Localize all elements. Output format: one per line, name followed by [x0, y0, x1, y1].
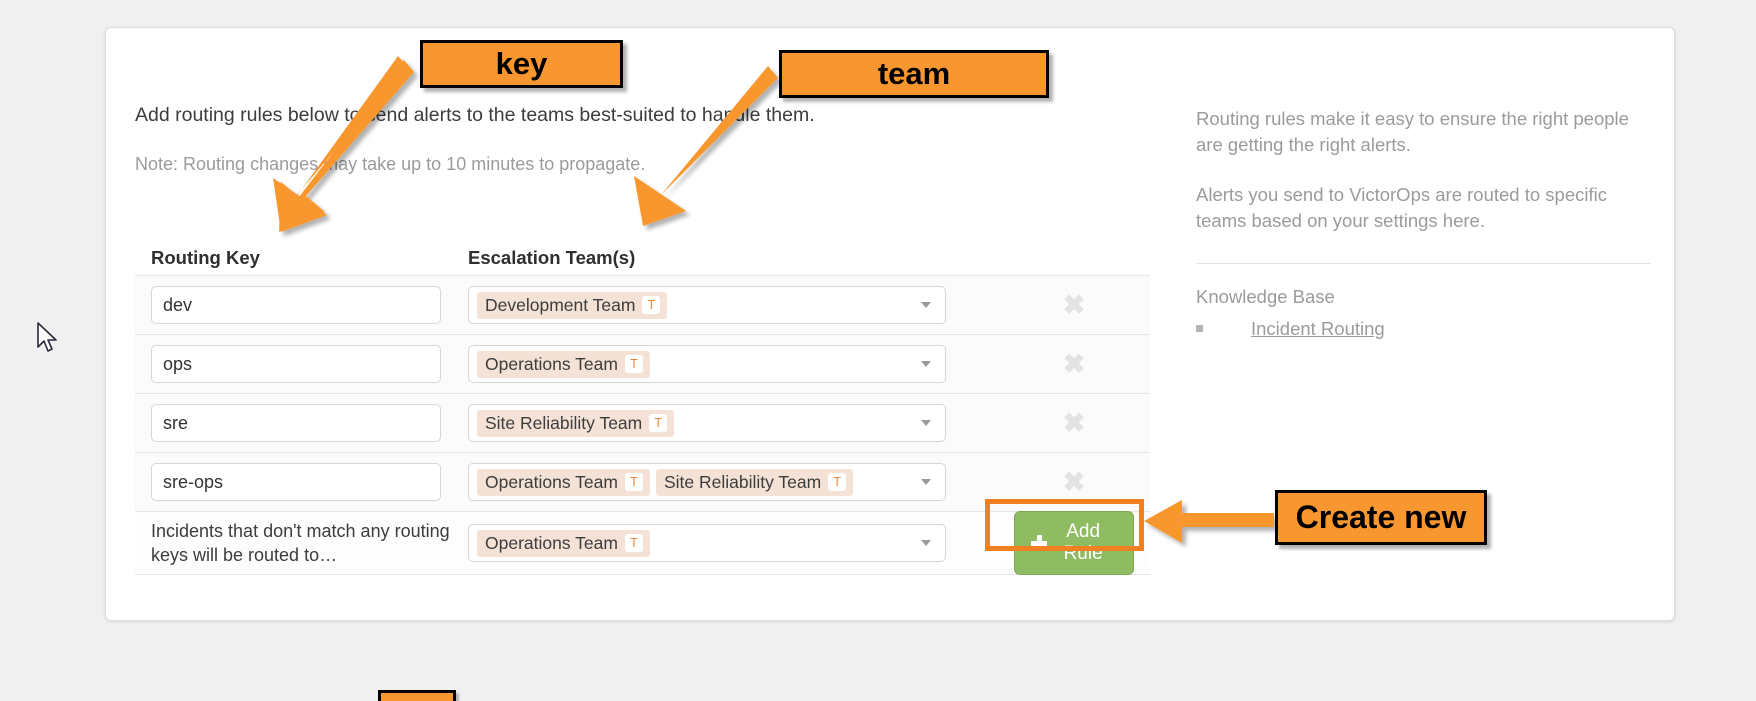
table-header-row: Routing Key Escalation Team(s) — [135, 233, 1150, 275]
header-routing-key: Routing Key — [151, 247, 260, 268]
annotation-create-text: Create new — [1295, 499, 1467, 535]
team-chip[interactable]: Site Reliability Team T — [655, 468, 854, 496]
team-chip-label: Operations Team — [485, 532, 618, 553]
team-chip-label: Development Team — [485, 294, 636, 315]
table-row: Development Team T ✖ — [135, 275, 1150, 334]
cell-escalation-teams: Operations Team T — [468, 345, 1014, 383]
add-rule-highlight-box — [985, 499, 1144, 551]
fallback-label-text: Incidents that don't match any routing k… — [151, 520, 450, 565]
cell-delete: ✖ — [1014, 468, 1134, 496]
team-chip-label: Site Reliability Team — [663, 471, 822, 492]
team-type-badge-icon: T — [624, 355, 643, 373]
cell-delete: ✖ — [1014, 350, 1134, 378]
annotation-label-team: team — [779, 50, 1049, 98]
cell-routing-key — [151, 404, 468, 442]
escalation-team-select[interactable]: Operations Team T — [468, 345, 946, 383]
table-row: Operations Team T ✖ — [135, 334, 1150, 393]
cell-escalation-teams: Operations Team T Site Reliability Team … — [468, 463, 1014, 501]
list-item: Incident Routing — [1196, 318, 1651, 340]
team-type-badge-icon: T — [624, 473, 643, 491]
cell-routing-key — [151, 286, 468, 324]
chevron-down-icon[interactable] — [921, 302, 931, 308]
delete-rule-icon[interactable]: ✖ — [1063, 291, 1086, 319]
annotation-partial-box — [378, 690, 456, 701]
team-type-badge-icon: T — [642, 296, 661, 314]
annotation-label-key: key — [420, 40, 623, 88]
table-row: Site Reliability Team T ✖ — [135, 393, 1150, 452]
info-paragraph-1: Routing rules make it easy to ensure the… — [1196, 108, 1629, 155]
intro-text-block: Add routing rules below to send alerts t… — [135, 103, 1150, 176]
cell-escalation-teams: Operations Team T — [468, 524, 1014, 562]
annotation-label-create-new: Create new — [1275, 490, 1487, 545]
escalation-team-select[interactable]: Development Team T — [468, 286, 946, 324]
cell-fallback-label: Incidents that don't match any routing k… — [151, 519, 468, 568]
cell-escalation-teams: Site Reliability Team T — [468, 404, 1014, 442]
info-panel: Routing rules make it easy to ensure the… — [1196, 106, 1651, 340]
routing-key-input[interactable] — [151, 463, 441, 501]
team-type-badge-icon: T — [828, 473, 847, 491]
chevron-down-icon[interactable] — [921, 540, 931, 546]
mouse-cursor-icon — [37, 322, 57, 352]
routing-key-input[interactable] — [151, 345, 441, 383]
incident-routing-link[interactable]: Incident Routing — [1251, 318, 1385, 340]
screen-root: Add routing rules below to send alerts t… — [0, 0, 1756, 701]
annotation-team-text: team — [877, 56, 951, 91]
knowledge-base-list: Incident Routing — [1196, 318, 1651, 340]
team-chip-label: Operations Team — [485, 353, 618, 374]
team-chip[interactable]: Operations Team T — [477, 529, 650, 557]
intro-headline: Add routing rules below to send alerts t… — [135, 104, 815, 126]
delete-rule-icon[interactable]: ✖ — [1063, 468, 1086, 496]
escalation-team-select[interactable]: Operations Team T Site Reliability Team … — [468, 463, 946, 501]
chevron-down-icon[interactable] — [921, 479, 931, 485]
chevron-down-icon[interactable] — [921, 361, 931, 367]
chevron-down-icon[interactable] — [921, 420, 931, 426]
routing-key-input[interactable] — [151, 404, 441, 442]
team-chip[interactable]: Development Team T — [477, 291, 668, 319]
info-divider — [1196, 263, 1651, 265]
bullet-icon — [1196, 325, 1203, 333]
team-chip[interactable]: Operations Team T — [477, 468, 650, 496]
team-chip[interactable]: Operations Team T — [477, 350, 650, 378]
cell-routing-key — [151, 463, 468, 501]
delete-rule-icon[interactable]: ✖ — [1063, 409, 1086, 437]
fallback-team-select[interactable]: Operations Team T — [468, 524, 946, 562]
knowledge-base-title: Knowledge Base — [1196, 286, 1335, 308]
cell-escalation-teams: Development Team T — [468, 286, 1014, 324]
annotation-key-text: key — [495, 46, 548, 81]
team-type-badge-icon: T — [649, 414, 668, 432]
escalation-team-select[interactable]: Site Reliability Team T — [468, 404, 946, 442]
team-chip-label: Operations Team — [485, 471, 618, 492]
team-type-badge-icon: T — [624, 534, 643, 552]
intro-note: Note: Routing changes may take up to 10 … — [135, 154, 646, 175]
delete-rule-icon[interactable]: ✖ — [1063, 350, 1086, 378]
header-escalation-teams: Escalation Team(s) — [468, 247, 636, 268]
team-chip[interactable]: Site Reliability Team T — [477, 409, 675, 437]
cell-delete: ✖ — [1014, 291, 1134, 319]
info-paragraph-2: Alerts you send to VictorOps are routed … — [1196, 184, 1607, 231]
cell-routing-key — [151, 345, 468, 383]
team-chip-label: Site Reliability Team — [485, 412, 643, 433]
cell-delete: ✖ — [1014, 409, 1134, 437]
routing-key-input[interactable] — [151, 286, 441, 324]
